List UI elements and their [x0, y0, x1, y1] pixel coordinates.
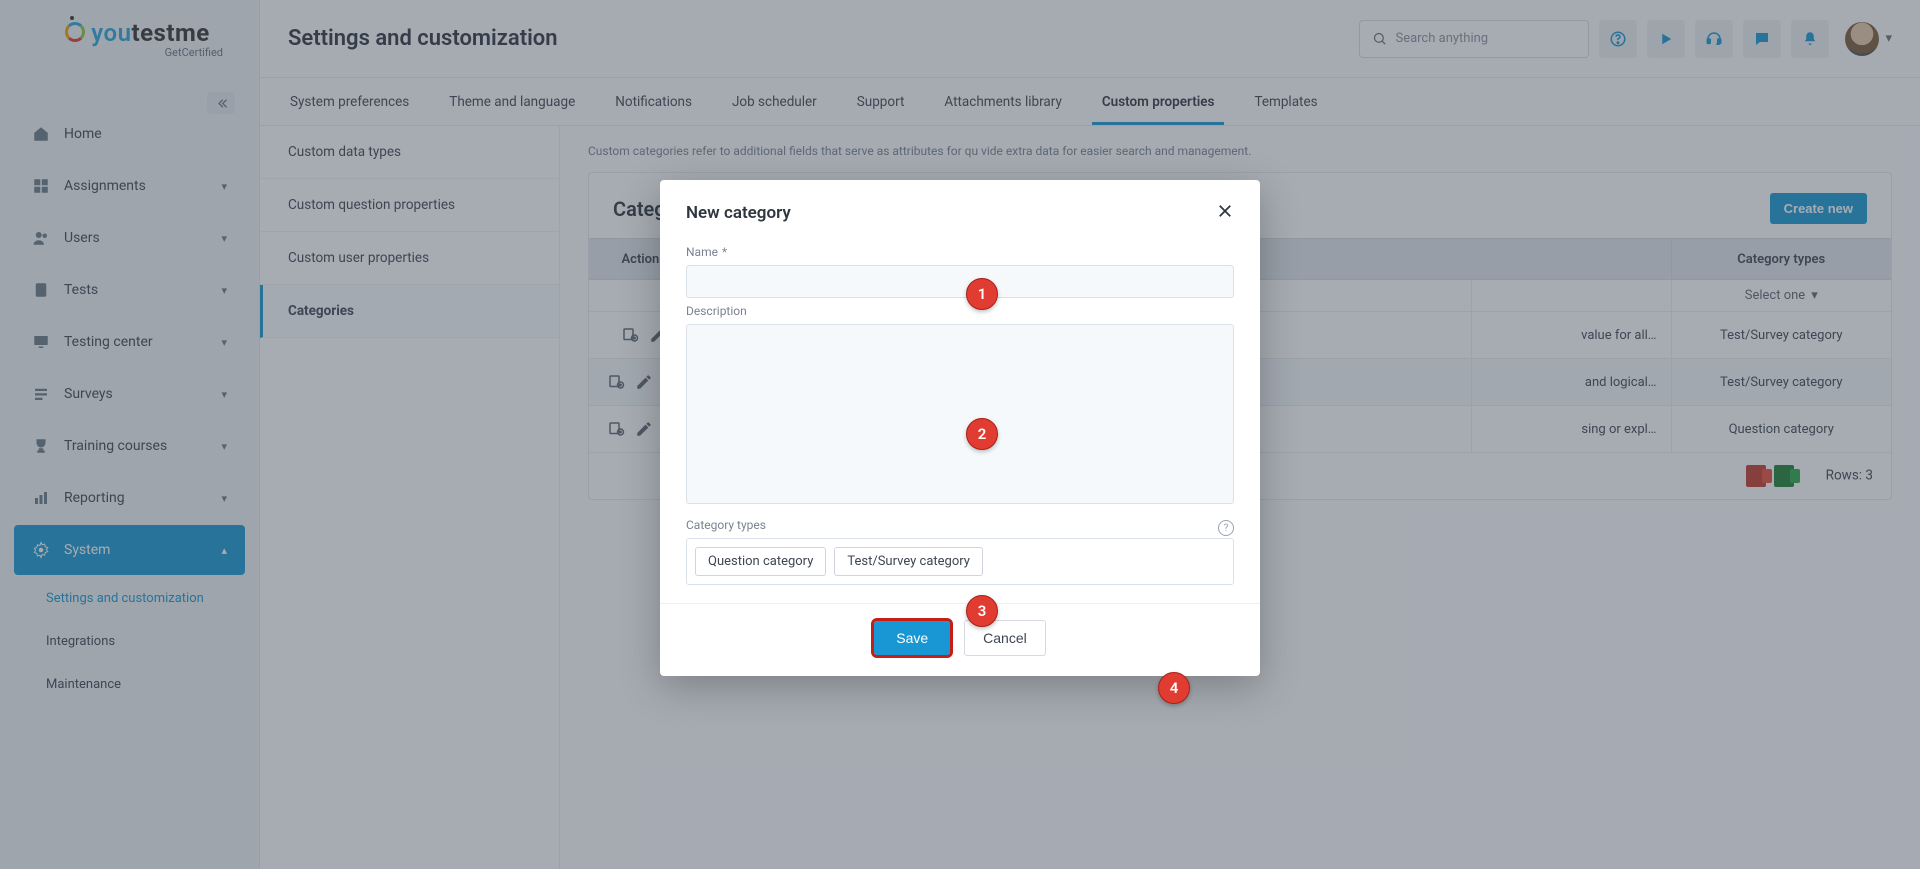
save-button[interactable]: Save [874, 621, 950, 655]
description-textarea[interactable] [686, 324, 1234, 504]
name-input[interactable] [686, 265, 1234, 298]
callout-3: 3 [966, 595, 998, 627]
info-icon[interactable]: ? [1218, 520, 1234, 536]
category-types-select[interactable]: Question category Test/Survey category [686, 538, 1234, 585]
chip-question[interactable]: Question category [695, 547, 826, 576]
new-category-modal: New category Name* Description Category … [660, 180, 1260, 676]
types-label: Category types [686, 518, 766, 532]
name-label: Name* [686, 245, 1234, 259]
description-label: Description [686, 304, 1234, 318]
callout-1: 1 [966, 278, 998, 310]
callout-2: 2 [966, 418, 998, 450]
modal-title: New category [686, 203, 791, 223]
callout-4: 4 [1158, 672, 1190, 704]
close-icon[interactable] [1216, 202, 1234, 223]
chip-test-survey[interactable]: Test/Survey category [834, 547, 983, 576]
